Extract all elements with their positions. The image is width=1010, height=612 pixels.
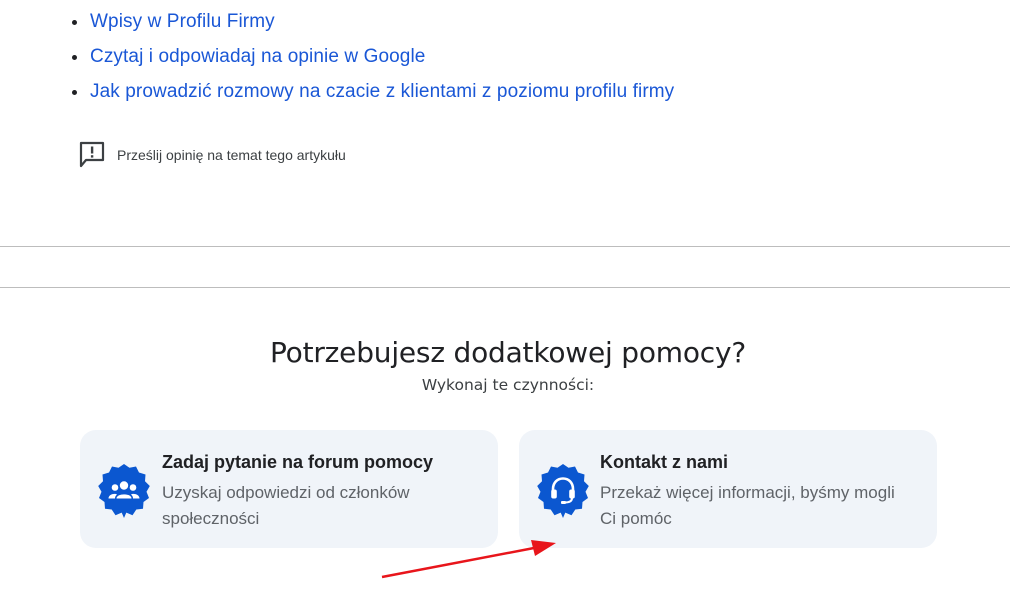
card-description: Przekaż więcej informacji, byśmy mogli C… (600, 480, 910, 532)
send-feedback-link[interactable]: Prześlij opinię na temat tego artykułu (78, 140, 346, 170)
card-description-line: społeczności (162, 509, 260, 528)
card-title: Kontakt z nami (600, 452, 729, 472)
list-item: Czytaj i odpowiadaj na opinie w Google (72, 39, 674, 74)
bullet (72, 90, 77, 95)
card-description-line: Przekaż więcej informacji, byśmy mogli (600, 483, 895, 502)
link-rozmowy-na-czacie[interactable]: Jak prowadzić rozmowy na czacie z klient… (90, 81, 674, 103)
community-icon (98, 464, 150, 518)
list-item: Jak prowadzić rozmowy na czacie z klient… (72, 74, 674, 109)
card-description-line: Ci pomóc (600, 509, 672, 528)
divider (0, 287, 1010, 288)
link-czytaj-opinie[interactable]: Czytaj i odpowiadaj na opinie w Google (90, 46, 425, 68)
help-section-subtitle: Wykonaj te czynności: (421, 376, 595, 394)
help-section-title: Potrzebujesz dodatkowej pomocy? (269, 336, 747, 369)
link-wpisy-w-profilu-firmy[interactable]: Wpisy w Profilu Firmy (90, 11, 275, 33)
card-help-forum[interactable]: Zadaj pytanie na forum pomocy Uzyskaj od… (80, 430, 498, 548)
feedback-icon (79, 141, 105, 168)
bullet (72, 55, 77, 60)
card-contact-us[interactable]: Kontakt z nami Przekaż więcej informacji… (519, 430, 937, 548)
feedback-label: Prześlij opinię na temat tego artykułu (117, 147, 346, 163)
card-description-line: Uzyskaj odpowiedzi od członków (162, 483, 410, 502)
card-description: Uzyskaj odpowiedzi od członków społeczno… (162, 480, 472, 532)
bullet (72, 20, 77, 25)
headset-icon (537, 464, 589, 518)
card-title: Zadaj pytanie na forum pomocy (162, 452, 434, 472)
related-links-list: Wpisy w Profilu Firmy Czytaj i odpowiada… (72, 4, 674, 109)
divider (0, 246, 1010, 247)
list-item: Wpisy w Profilu Firmy (72, 4, 674, 39)
